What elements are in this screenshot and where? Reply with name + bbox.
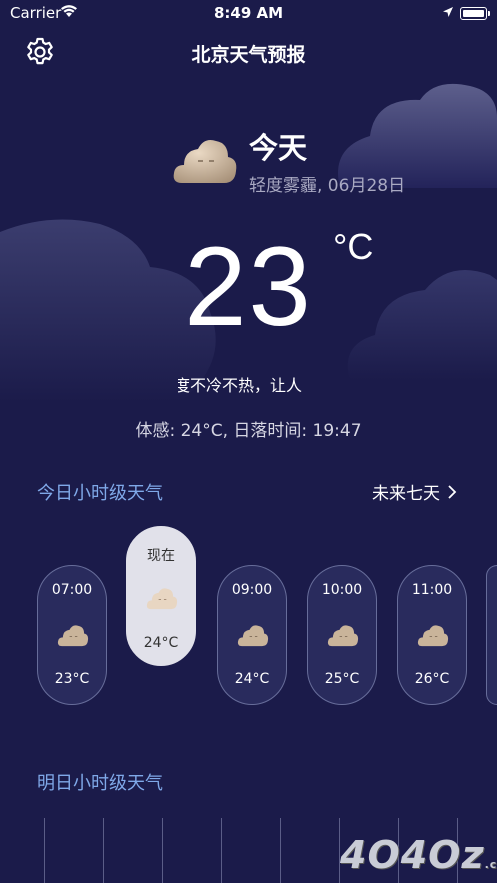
hourly-card[interactable]: 07:00 23°C — [37, 565, 107, 705]
hourly-card[interactable]: 11:00 26°C — [397, 565, 467, 705]
cloud-icon — [417, 625, 449, 647]
status-bar: Carrier 8:49 AM — [0, 0, 497, 26]
temperature-unit: °C — [333, 226, 374, 267]
hour-column-divider — [44, 818, 45, 883]
hourly-temperature: 24°C — [234, 671, 270, 687]
chevron-right-icon — [447, 484, 457, 505]
hourly-card[interactable]: 10:00 25°C — [307, 565, 377, 705]
hourly-time: 09:00 — [231, 582, 273, 598]
navigation-bar: 北京天气预报 — [0, 30, 497, 74]
today-label: 今天 — [249, 131, 308, 165]
weather-tip-text: 度不冷不热，让人 — [178, 376, 303, 395]
hour-column-divider — [162, 818, 163, 883]
hourly-time: 现在 — [147, 548, 175, 564]
cloud-icon — [237, 625, 269, 647]
hourly-card-partial[interactable] — [486, 565, 497, 705]
hourly-today-title: 今日小时级天气 — [37, 483, 163, 504]
cloud-icon — [146, 588, 178, 610]
battery-icon — [460, 7, 490, 20]
cloud-icon — [327, 625, 359, 647]
hour-column-divider — [221, 818, 222, 883]
cloud-icon — [173, 140, 237, 183]
hourly-tomorrow-title: 明日小时级天气 — [37, 773, 163, 794]
hour-column-divider — [103, 818, 104, 883]
cloud-icon — [57, 625, 89, 647]
location-arrow-icon — [442, 4, 454, 22]
watermark-text: 4O4Oz — [340, 833, 485, 877]
weather-description: 轻度雾霾, 06月28日 — [249, 176, 406, 196]
hourly-card-now[interactable]: 现在 24°C — [126, 526, 196, 666]
hourly-temperature: 23°C — [54, 671, 90, 687]
watermark-logo: 4O4Oz.com — [340, 833, 497, 877]
hourly-time: 11:00 — [411, 582, 453, 598]
watermark-suffix: .com — [484, 858, 497, 871]
future-link-label: 未来七天 — [372, 484, 440, 504]
hourly-temperature: 25°C — [324, 671, 360, 687]
status-time: 8:49 AM — [213, 4, 284, 22]
weather-tip-marquee: 度不冷不热，让人 — [178, 372, 346, 396]
hourly-time: 10:00 — [321, 582, 363, 598]
hourly-time: 07:00 — [51, 582, 93, 598]
hourly-temperature: 24°C — [143, 635, 179, 651]
hourly-temperature: 26°C — [414, 671, 450, 687]
future-seven-days-link[interactable]: 未来七天 — [372, 479, 457, 505]
feels-like-sunset: 体感: 24°C, 日落时间: 19:47 — [135, 421, 362, 441]
page-title: 北京天气预报 — [191, 44, 306, 66]
hour-column-divider — [280, 818, 281, 883]
current-temperature: 23 — [184, 224, 313, 349]
hourly-card[interactable]: 09:00 24°C — [217, 565, 287, 705]
